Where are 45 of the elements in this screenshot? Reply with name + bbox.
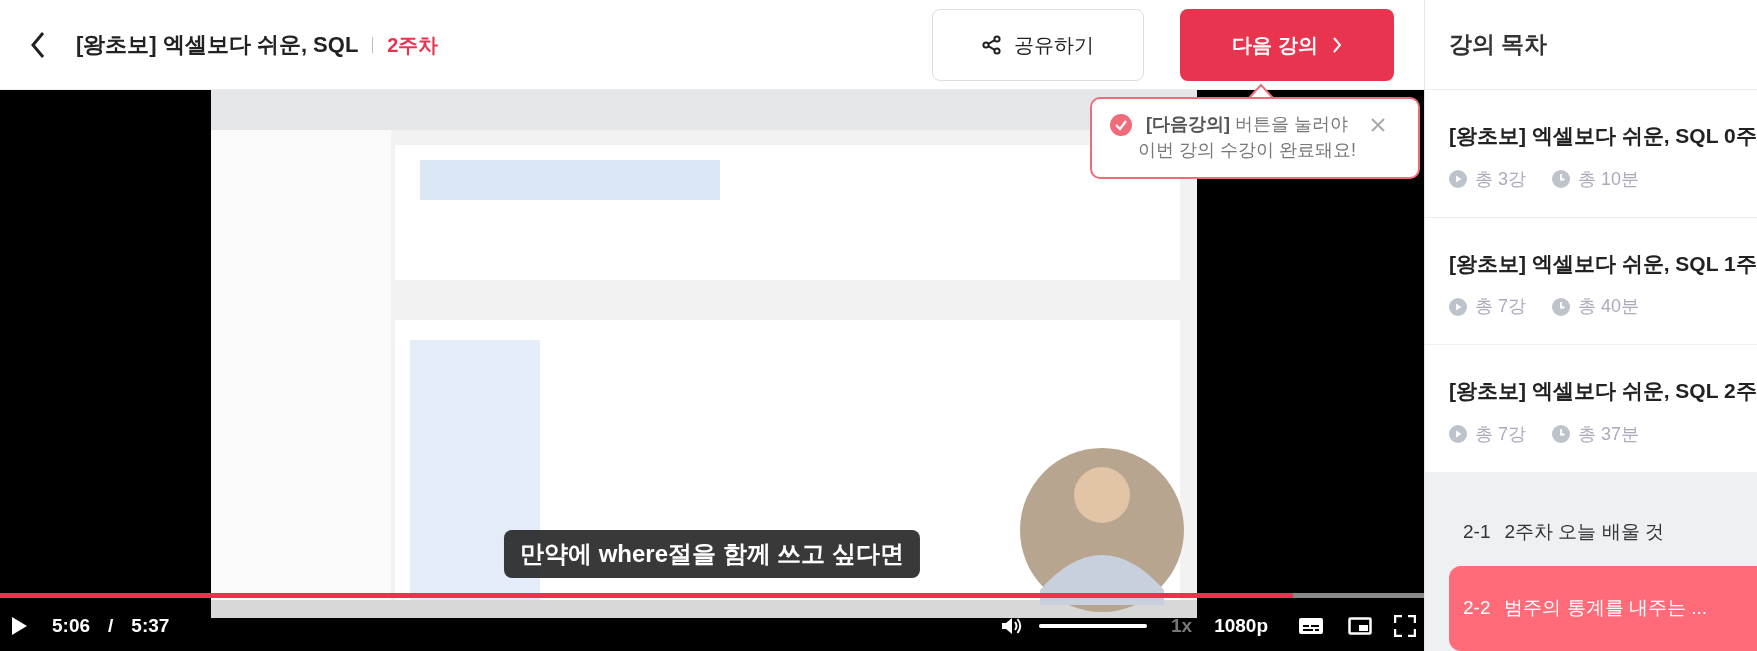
play-circle-icon (1449, 425, 1467, 443)
total-time: 총 40분 (1578, 295, 1640, 318)
week-item[interactable]: [왕초보] 엑셀보다 쉬운, SQL 1주 총 7강 총 40분 (1425, 217, 1757, 345)
check-circle-icon (1110, 114, 1132, 136)
volume-slider[interactable] (1039, 624, 1147, 628)
next-lecture-button[interactable]: 다음 강의 (1180, 8, 1394, 81)
play-circle-icon (1449, 297, 1467, 316)
lesson-title: 범주의 통계를 내주는 ... (1504, 596, 1708, 620)
volume-icon[interactable] (1001, 616, 1023, 636)
week-item[interactable]: [왕초보] 엑셀보다 쉬운, SQL 2주 총 7강 총 37분 (1425, 345, 1757, 472)
total-time: 총 37분 (1578, 422, 1640, 446)
share-icon (982, 34, 1002, 55)
clock-icon (1552, 170, 1570, 188)
back-icon[interactable] (30, 30, 46, 59)
picture-in-picture-icon[interactable] (1348, 617, 1372, 635)
total-time: 총 10분 (1578, 167, 1640, 191)
course-title: [왕초보] 엑셀보다 쉬운, SQL (76, 31, 359, 59)
week-item[interactable]: [왕초보] 엑셀보다 쉬운, SQL 0주 총 3강 총 10분 (1425, 90, 1757, 218)
lesson-number: 2-2 (1463, 596, 1491, 620)
lesson-number: 2-1 (1463, 519, 1491, 544)
lesson-title: 2주차 오늘 배울 것 (1504, 519, 1664, 544)
time-separator: / (108, 613, 114, 638)
lesson-count: 총 7강 (1475, 295, 1526, 318)
subtitle: 만약에 where절을 함께 쓰고 싶다면 (504, 530, 920, 578)
lesson-item[interactable]: 2-1 2주차 오늘 배울 것 (1449, 497, 1757, 566)
lesson-count: 총 7강 (1475, 422, 1526, 446)
clock-icon (1552, 425, 1570, 443)
sidebar-title: 강의 목차 (1425, 0, 1757, 90)
fullscreen-icon[interactable] (1394, 615, 1416, 637)
quality-button[interactable]: 1080p (1214, 611, 1268, 641)
share-button[interactable]: 공유하기 (932, 8, 1144, 81)
tooltip-message: [다음강의] 버튼을 눌러야 이번 강의 수강이 완료돼요! (1138, 113, 1356, 163)
play-circle-icon (1449, 170, 1467, 188)
speed-button[interactable]: 1x (1171, 611, 1193, 641)
week-label: 2주차 (387, 32, 439, 58)
duration: 5:37 (131, 613, 170, 638)
week-title: [왕초보] 엑셀보다 쉬운, SQL 2주 (1449, 378, 1757, 404)
clock-icon (1552, 297, 1570, 316)
current-time: 5:06 (52, 613, 91, 638)
lesson-count: 총 3강 (1475, 167, 1526, 191)
week-title: [왕초보] 엑셀보다 쉬운, SQL 1주 (1449, 250, 1757, 277)
chevron-right-icon (1331, 35, 1342, 54)
play-icon[interactable] (10, 616, 28, 636)
week-title: [왕초보] 엑셀보다 쉬운, SQL 0주 (1449, 123, 1757, 149)
subtitles-icon[interactable] (1298, 617, 1324, 635)
